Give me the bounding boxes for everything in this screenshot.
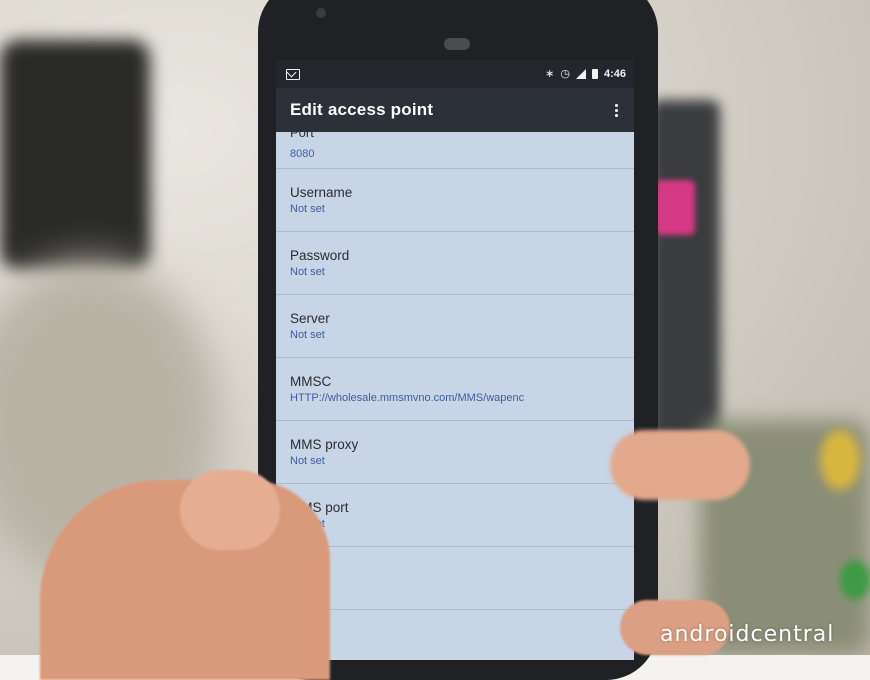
setting-mmsc[interactable]: MMSC HTTP://wholesale.mmsmvno.com/MMS/wa… (276, 358, 634, 421)
setting-value: Not set (290, 203, 325, 215)
battery-icon (591, 69, 598, 79)
camera-icon (316, 8, 326, 18)
setting-value: Not set (290, 455, 325, 467)
setting-mms-proxy[interactable]: MMS proxy Not set (276, 421, 634, 484)
setting-value: Not set (290, 518, 620, 530)
background-toy (840, 560, 870, 600)
setting-port[interactable]: Port 8080 (276, 132, 634, 169)
setting-value: HTTP://wholesale.mmsmvno.com/MMS/wapenc (290, 392, 525, 404)
signal-icon (575, 69, 586, 79)
setting-title: MMS port (290, 500, 349, 515)
setting-password[interactable]: Password Not set (276, 232, 634, 295)
background-object (655, 180, 695, 235)
setting-title: Server (290, 311, 330, 326)
setting-title: Username (290, 185, 353, 200)
background-toy (820, 430, 860, 490)
setting-title: Port (290, 132, 314, 140)
watermark-logo: androidcentral (660, 622, 835, 647)
setting-value: 8080 (290, 148, 315, 160)
setting-server[interactable]: Server Not set (276, 295, 634, 358)
setting-username[interactable]: Username Not set (276, 169, 634, 232)
finger (610, 430, 750, 500)
app-bar: Edit access point (276, 88, 634, 132)
setting-mms-port[interactable]: MMS port Not set (276, 484, 634, 547)
page-title: Edit access point (290, 100, 434, 119)
speaker-grille (444, 38, 470, 50)
setting-value: 310 (290, 581, 620, 593)
bluetooth-icon: ∗ (545, 67, 555, 80)
mail-icon (286, 68, 300, 80)
setting-title: MMSC (290, 374, 332, 389)
status-time: 4:46 (603, 68, 626, 80)
setting-title: Password (290, 248, 350, 263)
setting-title: MNC (290, 632, 620, 647)
setting-title: MCC (290, 563, 620, 578)
setting-title: MMS proxy (290, 437, 359, 452)
background-object (0, 40, 150, 270)
status-bar: ∗ ◷ 4:46 (276, 60, 634, 88)
more-vert-icon[interactable] (610, 103, 622, 117)
setting-value: Not set (290, 329, 325, 341)
alarm-icon: ◷ (560, 67, 570, 80)
setting-value: Not set (290, 266, 325, 278)
thumb (180, 470, 280, 550)
